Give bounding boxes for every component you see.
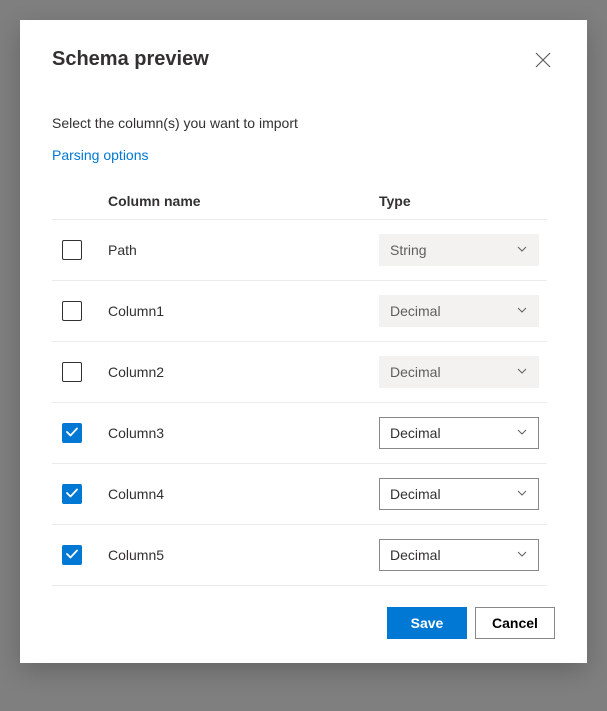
row-column-name: Column4	[108, 486, 379, 502]
type-select: Decimal	[379, 295, 539, 327]
type-select-value: String	[390, 242, 427, 258]
close-icon	[535, 52, 551, 71]
chevron-down-icon	[516, 547, 528, 563]
row-checkbox-cell	[62, 423, 108, 443]
dialog-button-row: Save Cancel	[52, 587, 555, 639]
chevron-down-icon	[516, 425, 528, 441]
type-select-value: Decimal	[390, 547, 441, 563]
row-checkbox-cell	[62, 362, 108, 382]
row-type-cell: Decimal	[379, 356, 547, 388]
table-body: PathStringColumn1DecimalColumn2DecimalCo…	[52, 219, 547, 587]
row-checkbox[interactable]	[62, 301, 82, 321]
row-column-name: Path	[108, 242, 379, 258]
row-checkbox[interactable]	[62, 545, 82, 565]
type-select[interactable]: Decimal	[379, 478, 539, 510]
row-checkbox-cell	[62, 240, 108, 260]
columns-table[interactable]: Column name Type Path String Column1 Decima…	[52, 183, 555, 587]
dialog-subtitle: Select the column(s) you want to import	[52, 115, 555, 131]
table-row: Column5 Decimal	[52, 524, 547, 585]
chevron-down-icon	[516, 364, 528, 380]
row-type-cell: String	[379, 234, 547, 266]
type-select: String	[379, 234, 539, 266]
row-column-name: Column1	[108, 303, 379, 319]
row-column-name: Column5	[108, 547, 379, 563]
row-type-cell: Decimal	[379, 539, 547, 571]
table-row: Column3 Decimal	[52, 402, 547, 463]
row-checkbox[interactable]	[62, 362, 82, 382]
chevron-down-icon	[516, 303, 528, 319]
cancel-button[interactable]: Cancel	[475, 607, 555, 639]
header-column-name: Column name	[108, 193, 379, 209]
type-select[interactable]: Decimal	[379, 539, 539, 571]
type-select-value: Decimal	[390, 303, 441, 319]
chevron-down-icon	[516, 486, 528, 502]
row-column-name: Column2	[108, 364, 379, 380]
header-type: Type	[379, 193, 547, 209]
table-row: Path String	[52, 219, 547, 280]
row-checkbox-cell	[62, 545, 108, 565]
table-row: Column4 Decimal	[52, 463, 547, 524]
type-select-value: Decimal	[390, 425, 441, 441]
dialog-header: Schema preview	[52, 48, 555, 75]
row-checkbox-cell	[62, 301, 108, 321]
close-button[interactable]	[531, 48, 555, 75]
checkmark-icon	[65, 486, 79, 503]
type-select: Decimal	[379, 356, 539, 388]
row-checkbox-cell	[62, 484, 108, 504]
table-row: Column1 Decimal	[52, 280, 547, 341]
schema-preview-dialog: Schema preview Select the column(s) you …	[20, 20, 587, 663]
header-checkbox-col	[62, 193, 108, 209]
type-select-value: Decimal	[390, 486, 441, 502]
checkmark-icon	[65, 425, 79, 442]
row-type-cell: Decimal	[379, 417, 547, 449]
row-type-cell: Decimal	[379, 478, 547, 510]
table-header-row: Column name Type	[52, 183, 547, 219]
checkmark-icon	[65, 547, 79, 564]
row-checkbox[interactable]	[62, 240, 82, 260]
row-column-name: Column3	[108, 425, 379, 441]
dialog-title: Schema preview	[52, 48, 209, 71]
row-type-cell: Decimal	[379, 295, 547, 327]
row-checkbox[interactable]	[62, 423, 82, 443]
parsing-options-link[interactable]: Parsing options	[52, 147, 555, 163]
table-row: Column2 Decimal	[52, 341, 547, 402]
row-checkbox[interactable]	[62, 484, 82, 504]
type-select[interactable]: Decimal	[379, 417, 539, 449]
type-select-value: Decimal	[390, 364, 441, 380]
save-button[interactable]: Save	[387, 607, 467, 639]
chevron-down-icon	[516, 242, 528, 258]
